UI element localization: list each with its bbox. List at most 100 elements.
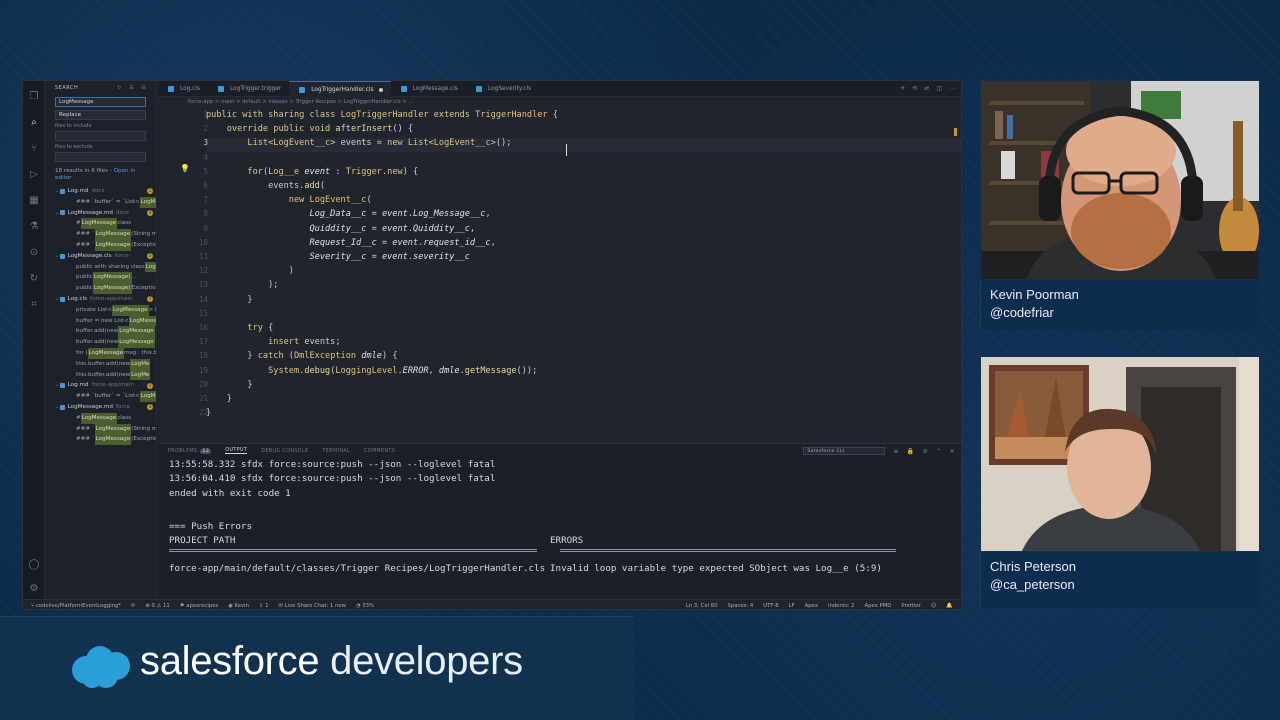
code-line[interactable]: } bbox=[206, 293, 252, 307]
cursor-position[interactable]: Ln 3, Col 60 bbox=[686, 603, 718, 609]
code-line[interactable]: override public void afterInsert() { bbox=[206, 122, 413, 136]
replace-input[interactable]: Replace bbox=[55, 110, 146, 120]
code-line[interactable]: Log_Data__c = event.Log_Message__c, bbox=[206, 207, 490, 221]
live-share-chat[interactable]: ✉ Live Share Chat: 1 new bbox=[278, 603, 345, 609]
clear-output-icon[interactable]: ⊘ bbox=[923, 448, 928, 455]
lock-icon[interactable]: 🔒 bbox=[907, 448, 915, 455]
code-line[interactable]: new LogEvent__c( bbox=[206, 193, 372, 207]
tab-logtrigger-trigger[interactable]: LogTrigger.trigger bbox=[208, 81, 289, 97]
code-line[interactable]: } bbox=[206, 392, 232, 406]
code-area[interactable]: public with sharing class LogTriggerHand… bbox=[206, 108, 961, 443]
search-result-match[interactable]: ### `LogMessage(Exception e bbox=[45, 239, 156, 251]
user-indicator[interactable]: ◉ Kevin bbox=[228, 603, 249, 609]
test-icon[interactable]: ⚗ bbox=[23, 215, 45, 237]
search-result-match[interactable]: public LogMessage(Exception bbox=[45, 283, 156, 294]
search-result-file[interactable]: ⌄ LogMessage.md force 3 bbox=[45, 402, 156, 413]
indent-setting[interactable]: Spaces: 4 bbox=[727, 603, 753, 609]
code-line[interactable]: } bbox=[206, 406, 211, 420]
language-mode[interactable]: Apex bbox=[805, 603, 818, 609]
tab-logtriggerhandler-cls[interactable]: LogTriggerHandler.cls bbox=[289, 81, 391, 97]
split-editor-icon[interactable]: ◫ bbox=[936, 81, 942, 96]
chevron-down-icon[interactable]: ⌄ bbox=[55, 294, 60, 305]
search-result-file[interactable]: ⌄ LogMessage.cls force- 3 bbox=[45, 251, 156, 262]
clear-results-icon[interactable]: ☰ bbox=[129, 85, 134, 91]
chevron-down-icon[interactable]: ⌄ bbox=[55, 208, 60, 219]
notifications-icon[interactable]: 🔔 bbox=[946, 603, 953, 609]
more-actions-icon[interactable]: ⋯ bbox=[949, 81, 955, 96]
exclude-input[interactable] bbox=[55, 152, 146, 162]
include-input[interactable] bbox=[55, 131, 146, 141]
eol-setting[interactable]: LF bbox=[789, 603, 795, 609]
share-indicator[interactable]: ⇪ 1 bbox=[259, 603, 269, 609]
search-result-match[interactable]: private List<LogMessage> bu bbox=[45, 304, 156, 316]
search-result-match[interactable]: # LogMessage class bbox=[45, 218, 156, 230]
org-browser-icon[interactable]: ⊙ bbox=[23, 241, 45, 263]
compare-icon[interactable]: ⇄ bbox=[924, 81, 929, 96]
code-line[interactable]: } catch (DmlException dmle) { bbox=[206, 349, 397, 363]
deploy-icon[interactable]: ✈ bbox=[900, 81, 905, 96]
chevron-down-icon[interactable]: ⌄ bbox=[55, 380, 60, 391]
extensions-icon[interactable]: ▦ bbox=[23, 189, 45, 211]
org-indicator[interactable]: ⚑ apexrecipes bbox=[180, 603, 218, 609]
code-line[interactable]: Request_Id__c = event.request_id__c, bbox=[206, 236, 495, 250]
tab-logseverity-cls[interactable]: LogSeverity.cls bbox=[466, 81, 539, 97]
tab-output[interactable]: OUTPUT bbox=[225, 448, 248, 454]
code-line[interactable]: insert events; bbox=[206, 335, 340, 349]
search-result-match[interactable]: ### `buffer` = `List<LogMes bbox=[45, 391, 156, 402]
search-result-match[interactable]: buffer = new List<LogMessag bbox=[45, 315, 156, 327]
live-share-icon[interactable]: ↻ bbox=[23, 267, 45, 289]
code-line[interactable]: public with sharing class LogTriggerHand… bbox=[206, 108, 558, 122]
search-icon[interactable]: ⌕ bbox=[23, 111, 45, 133]
run-debug-icon[interactable]: ▷ bbox=[23, 163, 45, 185]
history-icon[interactable]: ⟲ bbox=[912, 81, 917, 96]
close-panel-icon[interactable]: ✕ bbox=[950, 448, 955, 455]
code-editor[interactable]: 1 2 3 4 5 6 7 8 9 10 11 12 13 14 15 16 17 18 19 20 21 22 publ… bbox=[158, 108, 961, 443]
chevron-down-icon[interactable]: ⌄ bbox=[55, 402, 60, 413]
settings-gear-icon[interactable]: ⚙ bbox=[23, 577, 45, 599]
tab-logmessage-cls[interactable]: LogMessage.cls bbox=[391, 81, 466, 97]
code-line[interactable]: System.debug(LoggingLevel.ERROR, dmle.ge… bbox=[206, 364, 537, 378]
maximize-panel-icon[interactable]: ⌃ bbox=[936, 448, 941, 455]
remote-icon[interactable]: ⌗ bbox=[23, 293, 45, 315]
code-line[interactable]: List<LogEvent__c> events = new List<LogE… bbox=[206, 136, 511, 150]
code-line[interactable]: events.add( bbox=[206, 179, 325, 193]
search-result-match[interactable]: for (LogMessage msg : this.b bbox=[45, 347, 156, 359]
search-result-match[interactable]: public with sharing class Log bbox=[45, 261, 156, 273]
tab-terminal[interactable]: TERMINAL bbox=[322, 449, 350, 454]
prettier-status[interactable]: Prettier bbox=[901, 603, 920, 609]
tab-problems[interactable]: PROBLEMS 12 bbox=[168, 448, 212, 454]
indents-status[interactable]: Indents: 2 bbox=[828, 603, 855, 609]
search-result-match[interactable]: buffer.add(new LogMessage bbox=[45, 337, 156, 348]
tab-log-cls[interactable]: Log.cls bbox=[158, 81, 208, 97]
branch-indicator[interactable]: ⑂ codelive/PlatformEventLogging* bbox=[31, 603, 121, 609]
code-line[interactable]: ) bbox=[206, 264, 294, 278]
encoding-setting[interactable]: UTF-8 bbox=[763, 603, 778, 609]
code-line[interactable]: } bbox=[206, 378, 252, 392]
tab-comments[interactable]: COMMENTS bbox=[364, 449, 395, 454]
explorer-icon[interactable]: ❐ bbox=[23, 85, 45, 107]
source-control-icon[interactable]: ⑂ bbox=[23, 137, 45, 159]
search-result-match[interactable]: buffer.add(new LogMessage bbox=[45, 326, 156, 338]
search-input[interactable]: LogMessage bbox=[55, 97, 146, 107]
search-result-match[interactable]: this.buffer.add(new LogMe bbox=[45, 358, 156, 370]
unsaved-dot-icon[interactable] bbox=[378, 87, 383, 92]
search-result-match[interactable]: # LogMessage class bbox=[45, 412, 156, 424]
code-line[interactable]: Severity__c = event.severity__c bbox=[206, 250, 469, 264]
collapse-all-icon[interactable]: ⊟ bbox=[141, 85, 146, 91]
code-line[interactable]: Quiddity__c = event.Quiddity__c, bbox=[206, 222, 475, 236]
breadcrumb[interactable]: force-app > main > default > classes > T… bbox=[158, 97, 961, 108]
search-result-match[interactable]: ### `LogMessage(String mes bbox=[45, 229, 156, 240]
search-result-match[interactable]: this.buffer.add(new LogMe bbox=[45, 369, 156, 381]
tab-debug-console[interactable]: DEBUG CONSOLE bbox=[261, 449, 308, 454]
filter-icon[interactable]: ≡ bbox=[893, 448, 898, 455]
output-channel-select[interactable]: Salesforce CLI bbox=[803, 447, 886, 455]
search-result-file[interactable]: ⌄ LogMessage.md docs 3 bbox=[45, 208, 156, 219]
search-result-match[interactable]: public LogMessage(... bbox=[45, 272, 156, 284]
search-result-file[interactable]: ⌄ Log.cls force-app/main 7 bbox=[45, 294, 156, 305]
chevron-down-icon[interactable]: ⌄ bbox=[55, 251, 60, 262]
search-result-match[interactable]: ### `buffer` = `List<LogMes bbox=[45, 196, 156, 208]
code-line[interactable]: try { bbox=[206, 321, 273, 335]
problems-indicator[interactable]: ⊗ 0 ⚠ 11 bbox=[145, 603, 169, 609]
progress-indicator[interactable]: ◔ 33% bbox=[356, 603, 374, 609]
search-result-file[interactable]: ⌄ Log.md force-app/main 1 bbox=[45, 380, 156, 391]
